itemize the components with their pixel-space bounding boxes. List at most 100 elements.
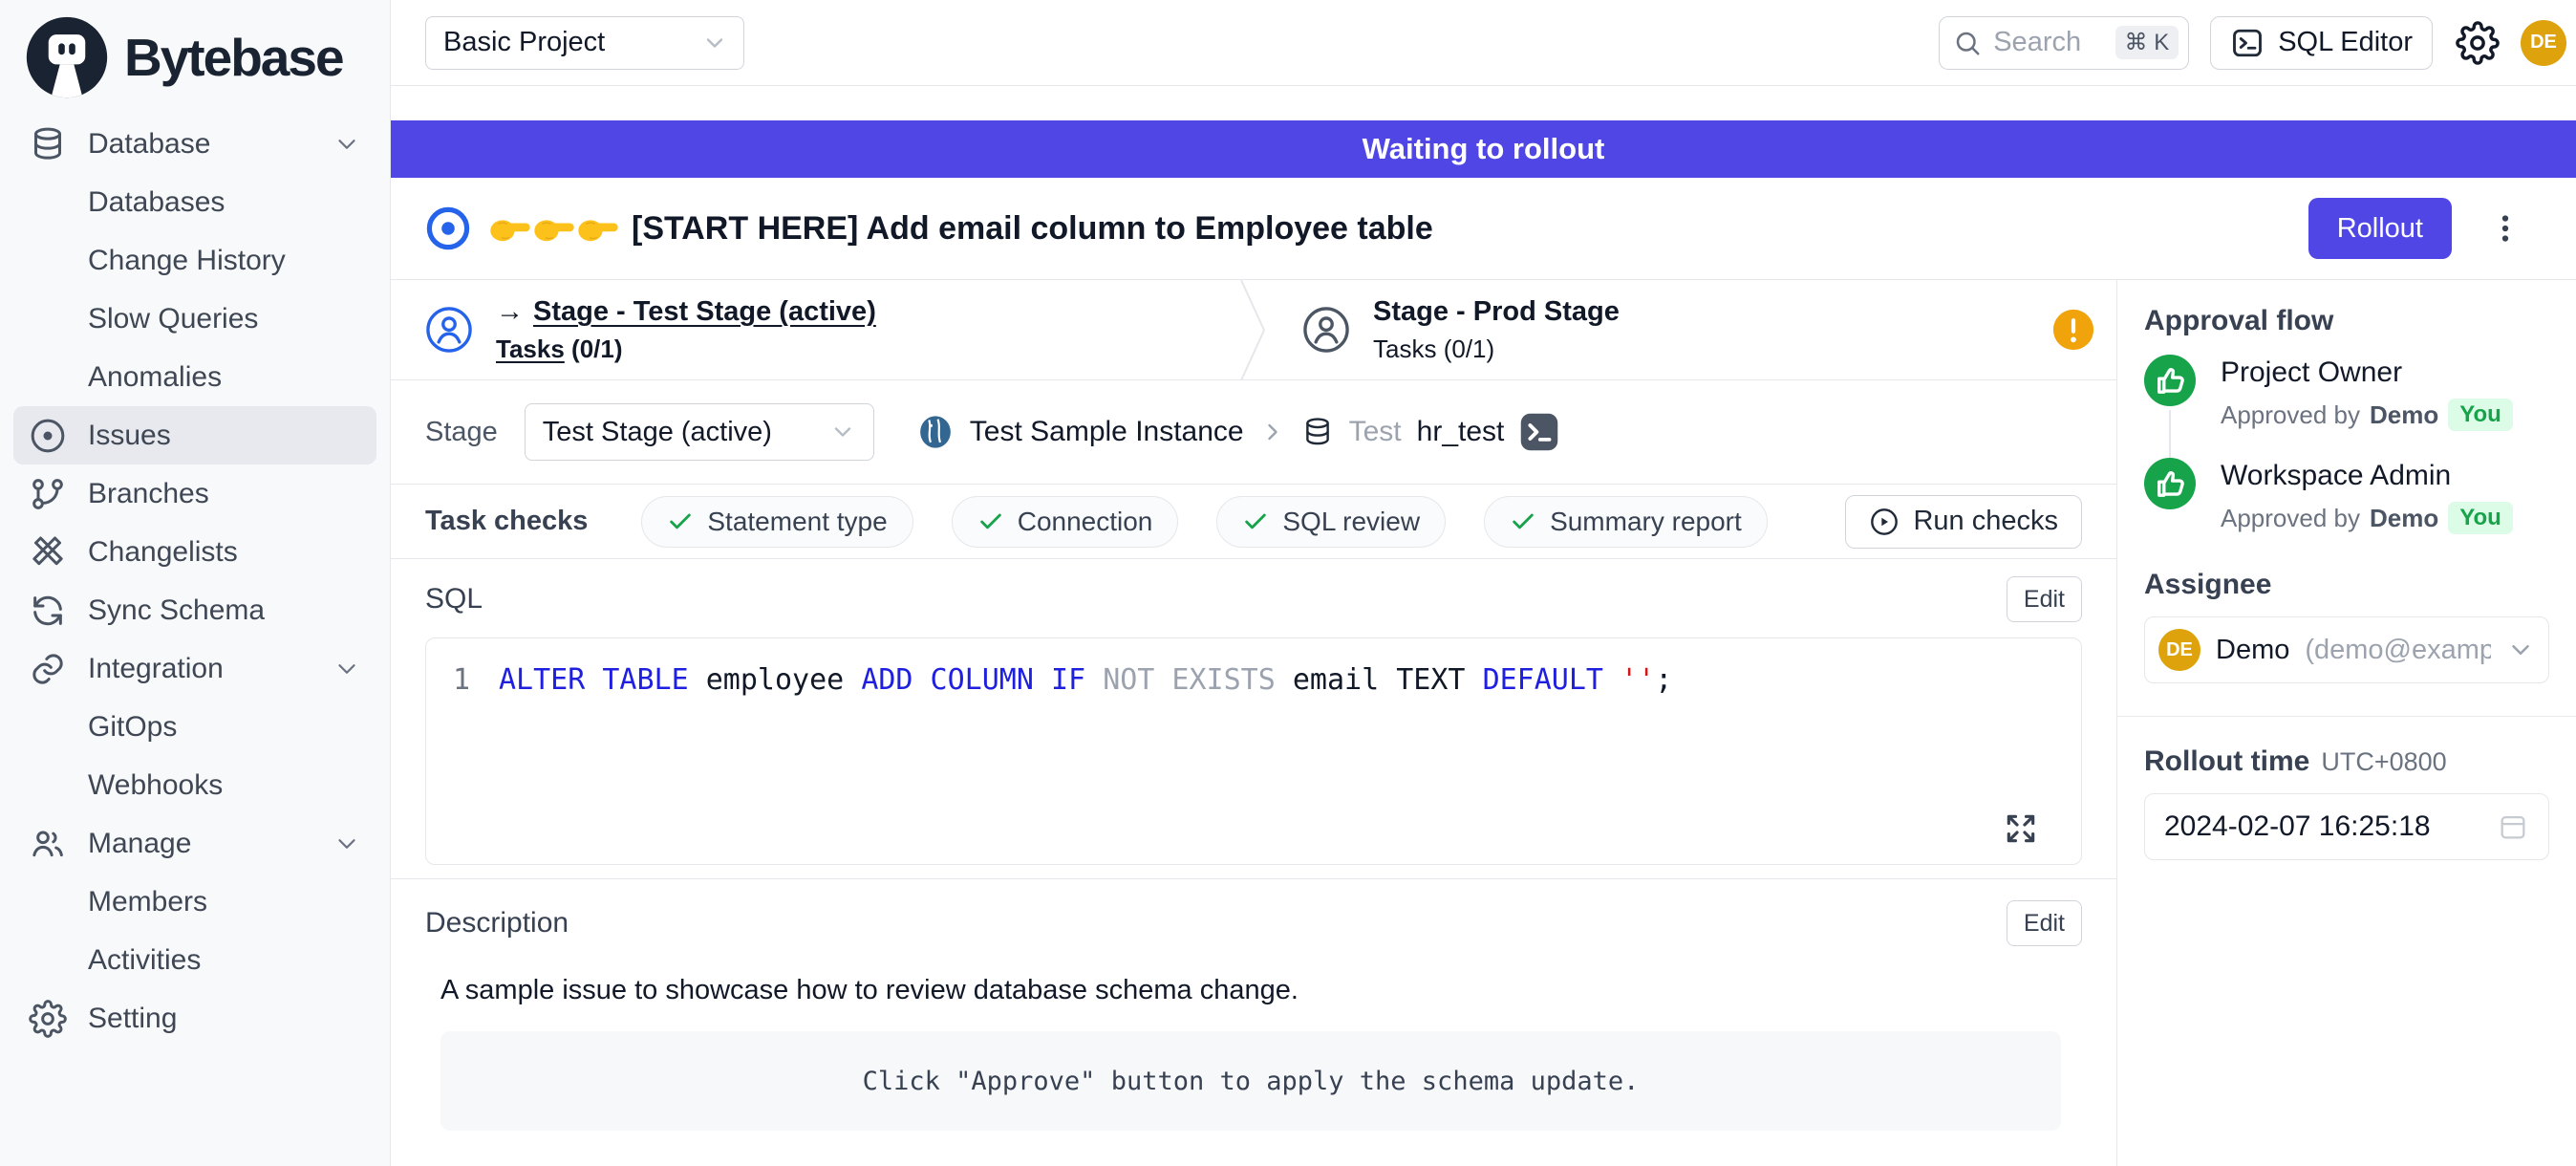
approval-status: Approved byDemoYou: [2221, 399, 2513, 431]
status-banner: Waiting to rollout: [391, 120, 2576, 178]
database-icon: [1301, 416, 1334, 448]
issue-side-panel: Approval flow Project OwnerApproved byDe…: [2117, 280, 2576, 1166]
sidebar-item-label: Members: [88, 886, 207, 918]
sidebar-item-label: GitOps: [88, 711, 177, 744]
calendar-icon[interactable]: [2497, 810, 2529, 843]
sidebar-item-label: Changelists: [88, 536, 238, 569]
sidebar-item-label: Database: [88, 128, 210, 161]
sidebar-item-manage[interactable]: Manage: [13, 814, 376, 873]
stage-select[interactable]: Test Stage (active): [525, 403, 874, 461]
warning-icon: [2051, 308, 2095, 352]
sidebar-item-webhooks[interactable]: Webhooks: [13, 756, 376, 814]
stage-picker-row: Stage Test Stage (active) Test Sample In…: [391, 380, 2116, 485]
sidebar-item-label: Webhooks: [88, 769, 223, 802]
stage-tasks: Tasks (0/1): [496, 335, 876, 364]
description-note-text: Click "Approve" button to apply the sche…: [863, 1067, 1640, 1096]
assignee-select[interactable]: DE Demo (demo@example: [2144, 616, 2549, 683]
issue-title-row: [START HERE] Add email column to Employe…: [391, 178, 2576, 280]
stage-flow: →Stage - Test Stage (active)Tasks (0/1)S…: [391, 280, 2116, 380]
description-note: Click "Approve" button to apply the sche…: [440, 1031, 2061, 1131]
stage-name: →Stage - Test Stage (active): [496, 296, 876, 328]
users-icon: [29, 825, 67, 863]
user-avatar[interactable]: DE: [2521, 20, 2566, 66]
sidebar-item-change-history[interactable]: Change History: [13, 231, 376, 290]
status-banner-text: Waiting to rollout: [1363, 132, 1605, 166]
sidebar-item-activities[interactable]: Activities: [13, 931, 376, 989]
sidebar-item-label: Slow Queries: [88, 303, 258, 335]
expand-icon[interactable]: [2003, 810, 2039, 847]
sidebar-item-label: Manage: [88, 828, 191, 860]
approval-status: Approved byDemoYou: [2221, 502, 2513, 534]
panel-divider: [2117, 716, 2576, 717]
sidebar-item-members[interactable]: Members: [13, 873, 376, 931]
stage-name: Stage - Prod Stage: [1373, 296, 1620, 328]
person-circle-icon: [1302, 306, 1350, 354]
person-circle-icon: [425, 306, 473, 354]
project-selector[interactable]: Basic Project: [425, 16, 744, 70]
sidebar-item-branches[interactable]: Branches: [13, 464, 376, 523]
instance-link[interactable]: Test Sample Instance: [970, 416, 1244, 448]
sidebar-item-gitops[interactable]: GitOps: [13, 698, 376, 756]
database-breadcrumb: Test Sample Instance Test hr_test: [916, 412, 1560, 452]
sql-editor-view[interactable]: 1 ALTER TABLE employee ADD COLUMN IF NOT…: [425, 637, 2082, 865]
task-check-pill-connection[interactable]: Connection: [952, 496, 1179, 548]
chevron-down-icon: [333, 655, 361, 683]
sidebar-item-issues[interactable]: Issues: [13, 406, 376, 464]
run-checks-button[interactable]: Run checks: [1845, 495, 2082, 549]
topbar-right: Search ⌘ K SQL Editor DE: [1939, 16, 2566, 70]
sql-statement: ALTER TABLE employee ADD COLUMN IF NOT E…: [499, 661, 1672, 699]
rollout-time-heading: Rollout time: [2144, 745, 2309, 778]
sidebar-item-database[interactable]: Database: [13, 115, 376, 173]
task-checks-label: Task checks: [425, 506, 588, 537]
app-logo[interactable]: Bytebase: [0, 0, 390, 111]
stage-card-stage-test-stage-active-[interactable]: →Stage - Test Stage (active) Tasks (0/1): [391, 280, 1239, 379]
description-heading: Description: [425, 907, 569, 939]
sidebar-item-anomalies[interactable]: Anomalies: [13, 348, 376, 406]
branch-icon: [29, 475, 67, 513]
bytebase-app: Bytebase Database Databases Change History…: [0, 0, 2576, 1166]
stage-card-stage-prod-stage[interactable]: Stage - Prod Stage Tasks (0/1): [1268, 280, 2116, 379]
pointing-right-emojis: [488, 211, 620, 246]
stage-text: →Stage - Test Stage (active) Tasks (0/1): [496, 296, 876, 364]
approval-role: Workspace Admin: [2221, 460, 2513, 492]
approval-step-body: Workspace Admin Approved byDemoYou: [2221, 458, 2513, 534]
search-input[interactable]: Search ⌘ K: [1939, 16, 2189, 70]
sql-editor-label: SQL Editor: [2278, 27, 2413, 58]
description-edit-button[interactable]: Edit: [2007, 900, 2082, 946]
sql-edit-button[interactable]: Edit: [2007, 576, 2082, 622]
task-check-label: Summary report: [1550, 507, 1742, 537]
sidebar-item-sync-schema[interactable]: Sync Schema: [13, 581, 376, 639]
task-check-pill-sql-review[interactable]: SQL review: [1216, 496, 1446, 548]
assignee-avatar: DE: [2158, 629, 2200, 671]
rollout-time-timezone: UTC+0800: [2321, 747, 2446, 777]
task-check-pill-statement-type[interactable]: Statement type: [641, 496, 912, 548]
kebab-menu-icon[interactable]: [2488, 211, 2522, 246]
sql-code-line: 1 ALTER TABLE employee ADD COLUMN IF NOT…: [426, 661, 2081, 699]
sidebar-nav: Database Databases Change History Slow Quer…: [0, 111, 390, 1047]
stage-tasks: Tasks (0/1): [1373, 335, 1620, 364]
sidebar-item-integration[interactable]: Integration: [13, 639, 376, 698]
check-icon: [977, 508, 1004, 535]
app-title: Bytebase: [124, 27, 343, 88]
sql-editor-button[interactable]: SQL Editor: [2210, 16, 2433, 70]
sidebar-item-databases[interactable]: Databases: [13, 173, 376, 231]
sidebar-item-label: Change History: [88, 245, 286, 277]
sidebar-item-setting[interactable]: Setting: [13, 989, 376, 1047]
rollout-time-input[interactable]: 2024-02-07 16:25:18: [2144, 793, 2549, 860]
issue-status-icon: [425, 205, 471, 251]
description-section: Description Edit A sample issue to showc…: [391, 879, 2116, 1166]
database-link[interactable]: hr_test: [1417, 416, 1505, 448]
sidebar-item-changelists[interactable]: Changelists: [13, 523, 376, 581]
issue-title: [START HERE] Add email column to Employe…: [632, 210, 1433, 248]
rollout-button[interactable]: Rollout: [2308, 198, 2452, 259]
stage-text: Stage - Prod Stage Tasks (0/1): [1373, 296, 1620, 364]
approval-role: Project Owner: [2221, 356, 2513, 389]
task-check-pills: Statement type Connection SQL review Summar…: [641, 496, 1767, 548]
settings-gear-icon[interactable]: [2456, 21, 2500, 65]
task-check-pill-summary-report[interactable]: Summary report: [1484, 496, 1768, 548]
open-in-sql-editor-icon[interactable]: [1519, 412, 1559, 452]
sql-heading: SQL: [425, 583, 483, 615]
stage-select-value: Test Stage (active): [543, 417, 772, 448]
check-icon: [1242, 508, 1269, 535]
sidebar-item-slow-queries[interactable]: Slow Queries: [13, 290, 376, 348]
